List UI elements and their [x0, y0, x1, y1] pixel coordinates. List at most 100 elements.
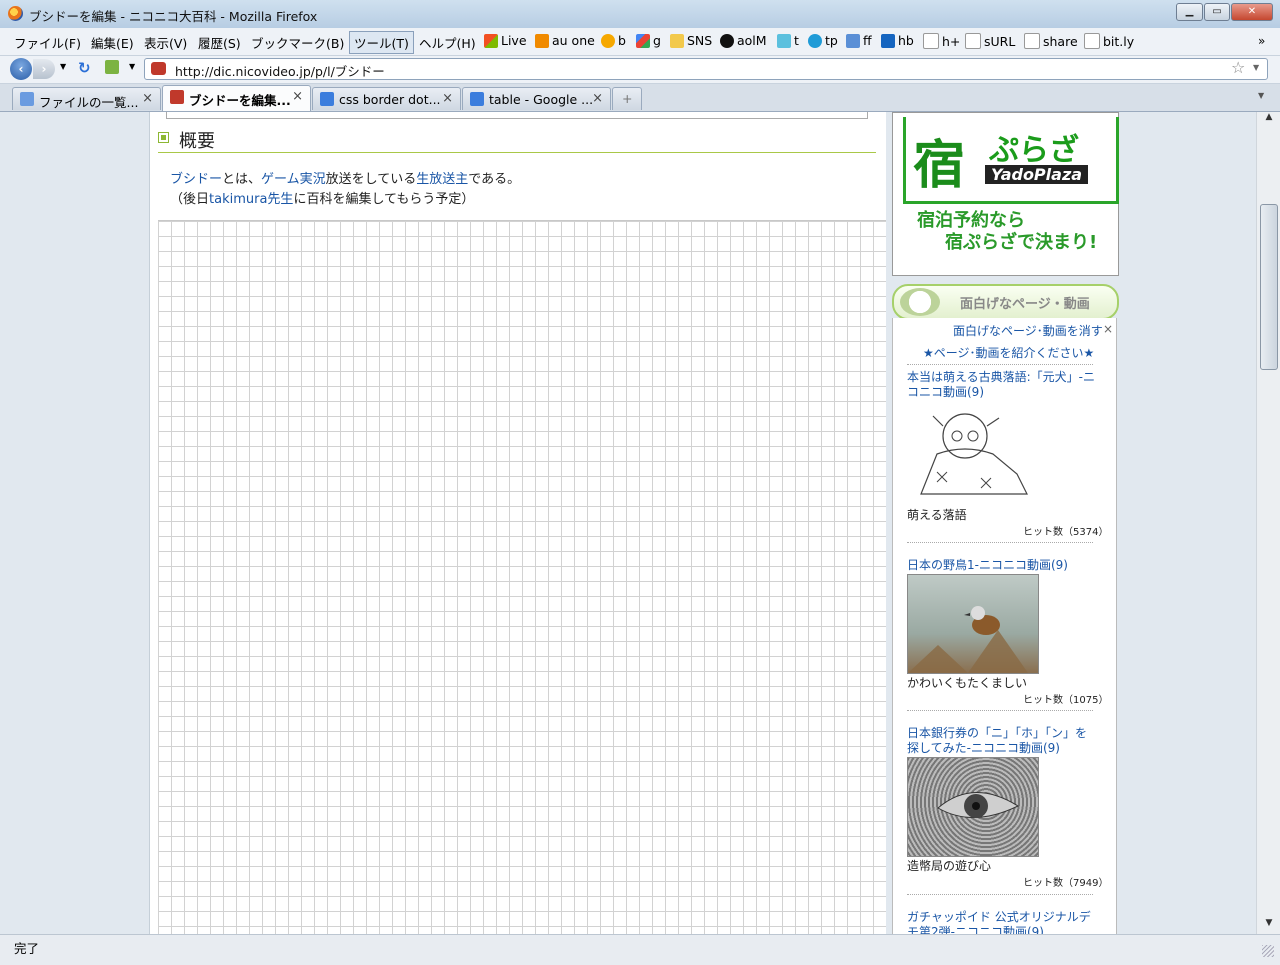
- sidebar: 宿 ぷらざ YadoPlaza 宿泊予約なら 宿ぷらざで決まり! 面白げなページ…: [892, 112, 1119, 934]
- item-title-link[interactable]: 日本銀行券の「ニ」「ホ」「ン」を探してみた-ニコニコ動画(9): [907, 726, 1097, 756]
- item-thumbnail-banknote[interactable]: [907, 757, 1039, 857]
- menu-history[interactable]: 履歴(S): [198, 33, 241, 52]
- resize-grip-icon[interactable]: [1262, 945, 1274, 957]
- eye-icon: [937, 792, 1020, 818]
- item-caption: 萌える落語: [907, 508, 967, 522]
- au-icon: [535, 33, 549, 48]
- address-bar[interactable]: http://dic.nicovideo.jp/p/l/ブシドー ☆ ▼: [144, 58, 1268, 80]
- bookmark-live[interactable]: Live: [484, 33, 527, 48]
- tab-bar: ファイルの一覧... × ブシドーを編集... × css border dot…: [0, 84, 1280, 112]
- separator: [907, 364, 1093, 365]
- close-tab-icon[interactable]: ×: [442, 91, 453, 106]
- title-bar: ブシドーを編集 - ニコニコ大百科 - Mozilla Firefox ▁ ▭ …: [0, 0, 1280, 29]
- maximize-button[interactable]: ▭: [1204, 3, 1230, 21]
- status-bar: 完了: [0, 934, 1280, 965]
- edit-box-border: [166, 112, 868, 119]
- menu-bookmarks[interactable]: ブックマーク(B): [251, 33, 344, 52]
- item-title-link[interactable]: ガチャッポイド 公式オリジナルデモ第2弾-ニコニコ動画(9): [907, 910, 1097, 934]
- link-namahousounushi[interactable]: 生放送主: [416, 172, 468, 187]
- bookmark-sns[interactable]: SNS: [670, 33, 712, 48]
- bookmark-hb[interactable]: hb: [881, 33, 914, 48]
- page-icon: [965, 33, 981, 49]
- menu-help[interactable]: ヘルプ(H): [419, 33, 476, 52]
- nicopedia-favicon-icon: [151, 62, 166, 75]
- scroll-down-arrow-icon[interactable]: ▼: [1257, 918, 1280, 934]
- page-icon: [923, 33, 939, 49]
- item-caption: 造幣局の遊び心: [907, 859, 992, 873]
- status-text: 完了: [14, 941, 40, 956]
- close-tab-icon[interactable]: ×: [592, 91, 603, 106]
- article-paragraph-2: （後日takimura先生に百科を編集してもらう予定）: [170, 192, 475, 207]
- menu-file[interactable]: ファイル(F): [14, 33, 81, 52]
- article-paragraph-1: ブシドーとは、ゲーム実況放送をしている生放送主である。: [170, 172, 521, 187]
- introduce-link[interactable]: ★ページ･動画を紹介ください★: [923, 344, 1094, 361]
- tab-edit-bushido[interactable]: ブシドーを編集... ×: [162, 85, 311, 111]
- item-title-link[interactable]: 本当は萌える古典落語:「元犬」-ニコニコ動画(9): [907, 370, 1097, 400]
- link-game-jikkyo[interactable]: ゲーム実況: [261, 172, 326, 187]
- new-tab-button[interactable]: +: [612, 87, 642, 110]
- page-icon: [1084, 33, 1100, 49]
- url-dropdown-icon[interactable]: ▼: [1253, 63, 1259, 72]
- google-icon: [636, 33, 650, 48]
- ad-logo-latin: YadoPlaza: [985, 165, 1089, 184]
- bookmark-g[interactable]: g: [636, 33, 661, 48]
- menu-edit[interactable]: 編集(E): [91, 33, 134, 52]
- separator: [907, 710, 1093, 711]
- bookmark-star-icon[interactable]: ☆: [1231, 58, 1245, 77]
- home-icon[interactable]: [105, 60, 119, 74]
- home-dropdown-icon[interactable]: ▼: [129, 62, 135, 71]
- bookmark-bitly[interactable]: bit.ly: [1084, 33, 1134, 49]
- item-hit-count: ヒット数（1075）: [1023, 695, 1109, 706]
- hide-panel-link[interactable]: 面白げなページ･動画を消す: [953, 322, 1103, 339]
- close-window-button[interactable]: ✕: [1231, 3, 1273, 21]
- heading-square-icon: [158, 132, 169, 143]
- reload-icon[interactable]: ↻: [78, 59, 91, 77]
- ad-logo-kanji: 宿: [913, 136, 966, 196]
- interesting-pages-header: 面白げなページ・動画: [892, 284, 1119, 320]
- close-tab-icon[interactable]: ×: [292, 89, 303, 104]
- menu-tools[interactable]: ツール(T): [349, 31, 414, 54]
- tab-favicon-icon: [470, 92, 484, 106]
- item-hit-count: ヒット数（7949）: [1023, 878, 1109, 889]
- ad-logo-kana: ぷらざ: [989, 133, 1079, 168]
- link-takimura[interactable]: takimura先生: [209, 192, 293, 207]
- scroll-up-arrow-icon[interactable]: ▲: [1257, 112, 1280, 128]
- vertical-scrollbar[interactable]: ▲ ▼: [1256, 112, 1280, 934]
- close-panel-icon[interactable]: ×: [1103, 322, 1113, 336]
- forward-button[interactable]: ›: [33, 59, 55, 79]
- aol-icon: [720, 33, 734, 48]
- url-text[interactable]: http://dic.nicovideo.jp/p/l/ブシドー: [175, 61, 385, 80]
- back-button[interactable]: ‹: [10, 58, 32, 80]
- menu-view[interactable]: 表示(V): [144, 33, 187, 52]
- ad-banner[interactable]: 宿 ぷらざ YadoPlaza 宿泊予約なら 宿ぷらざで決まり!: [892, 112, 1119, 276]
- close-tab-icon[interactable]: ×: [142, 91, 153, 106]
- bird-icon: [908, 606, 1028, 673]
- item-thumbnail-rakugo[interactable]: [907, 404, 1037, 504]
- tab-table-google[interactable]: table - Google ... ×: [462, 87, 611, 110]
- bookmark-tp[interactable]: tp: [808, 33, 838, 48]
- bookmark-aolm[interactable]: aolM: [720, 33, 767, 48]
- bookmarks-overflow-icon[interactable]: »: [1258, 34, 1265, 48]
- page-content: 概要 ブシドーとは、ゲーム実況放送をしている生放送主である。 （後日takimu…: [0, 112, 1256, 934]
- bookmark-au-one[interactable]: au one: [535, 33, 595, 48]
- bookmark-surl[interactable]: sURL: [965, 33, 1015, 49]
- bookmark-t[interactable]: t: [777, 33, 799, 48]
- item-title-link[interactable]: 日本の野鳥1-ニコニコ動画(9): [907, 558, 1097, 573]
- plus-icon: +: [622, 91, 633, 106]
- tab-css-border[interactable]: css border dot... ×: [312, 87, 461, 110]
- bookmark-ff[interactable]: ff: [846, 33, 872, 48]
- history-dropdown-icon[interactable]: ▼: [60, 62, 66, 71]
- tab-file-list[interactable]: ファイルの一覧... ×: [12, 87, 161, 110]
- tab-list-dropdown-icon[interactable]: ▼: [1258, 91, 1264, 100]
- scrollbar-thumb[interactable]: [1260, 204, 1278, 370]
- heading-text: 概要: [179, 131, 215, 152]
- link-bushido[interactable]: ブシドー: [170, 172, 222, 187]
- item-thumbnail-bird[interactable]: [907, 574, 1039, 674]
- tab-favicon-icon: [320, 92, 334, 106]
- minimize-button[interactable]: ▁: [1176, 3, 1203, 21]
- bookmark-b[interactable]: b: [601, 33, 626, 48]
- tab-favicon-icon: [170, 90, 184, 104]
- bookmark-hplus[interactable]: h+: [923, 33, 960, 49]
- bookmark-share[interactable]: share: [1024, 33, 1078, 49]
- separator: [907, 542, 1093, 543]
